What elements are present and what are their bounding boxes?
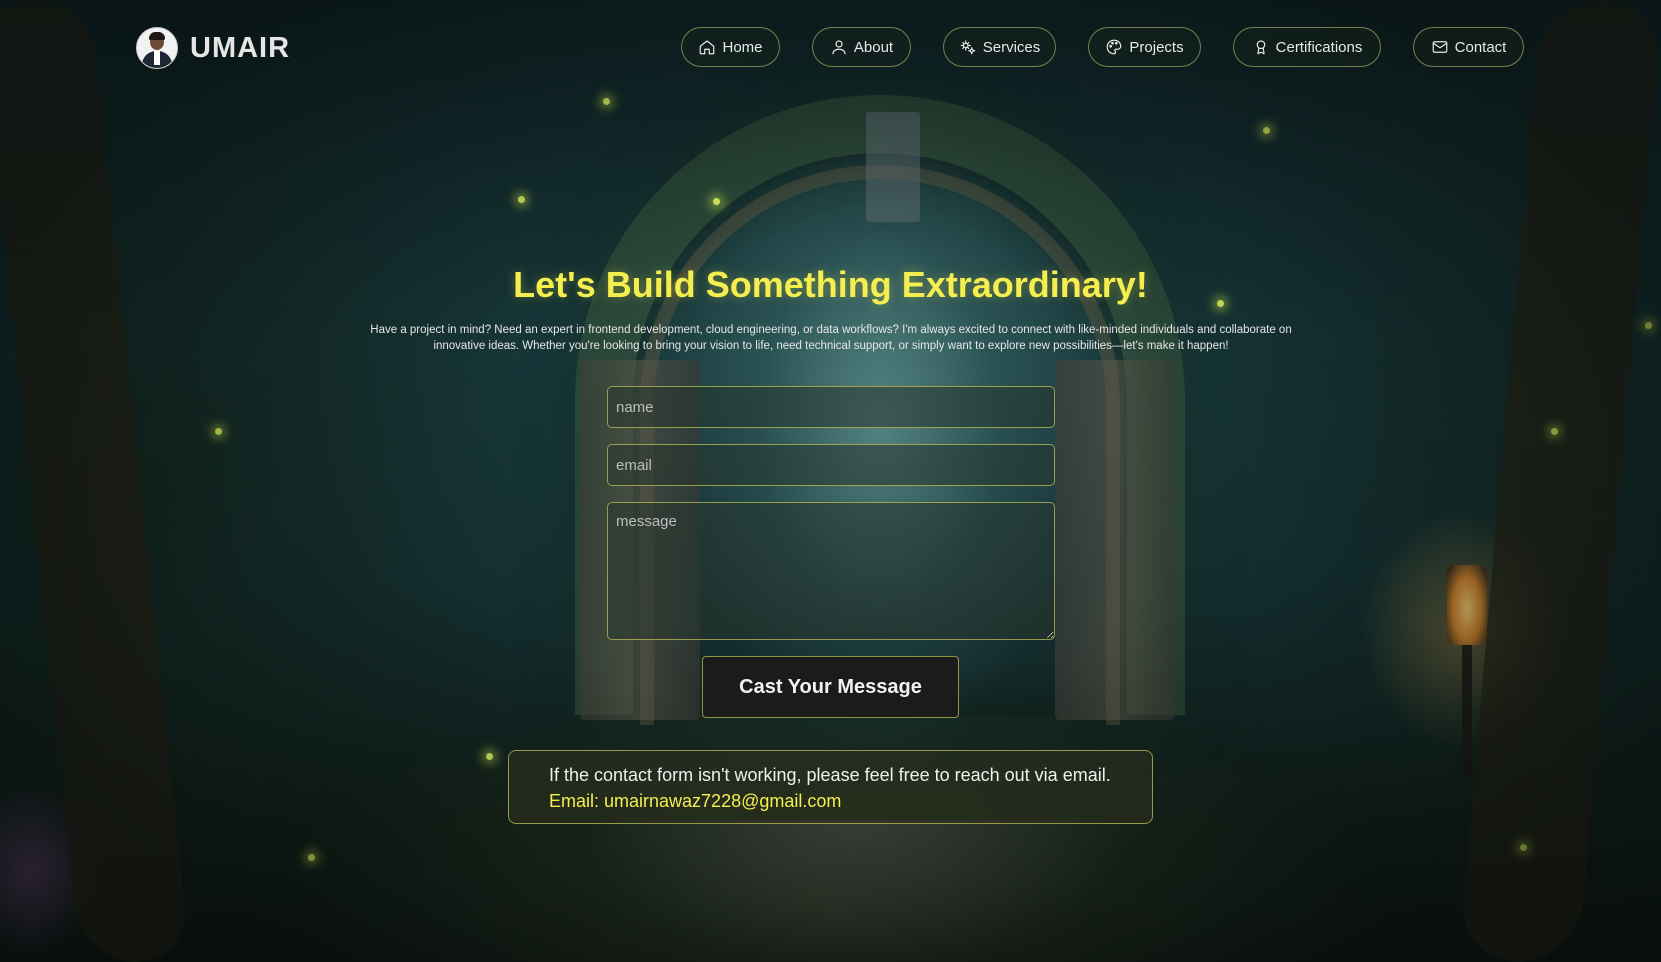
intro-text: Have a project in mind? Need an expert i… <box>370 324 1292 352</box>
nav-home[interactable]: Home <box>681 27 780 67</box>
nav-about[interactable]: About <box>812 27 911 67</box>
nav-contact[interactable]: Contact <box>1413 27 1524 67</box>
email-fallback-notice: If the contact form isn't working, pleas… <box>508 750 1153 824</box>
message-textarea[interactable] <box>607 502 1055 640</box>
nav-projects[interactable]: Projects <box>1088 27 1201 67</box>
nav-certifications[interactable]: Certifications <box>1233 27 1381 67</box>
avatar <box>136 27 178 69</box>
notice-email-link[interactable]: Email: umairnawaz7228@gmail.com <box>549 788 1112 814</box>
notice-text: If the contact form isn't working, pleas… <box>549 765 1111 785</box>
nav-home-label: Home <box>722 38 763 56</box>
award-icon <box>1256 40 1265 55</box>
brand-name: UMAIR <box>190 31 291 64</box>
mail-icon <box>1432 41 1447 53</box>
palette-icon <box>1107 39 1122 55</box>
user-icon <box>832 40 846 55</box>
nav-certifications-label: Certifications <box>1275 38 1363 56</box>
nav-contact-label: Contact <box>1454 38 1507 56</box>
page-title: Let's Build Something Extraordinary! <box>513 264 1148 305</box>
nav-services[interactable]: Services <box>943 27 1056 67</box>
email-input[interactable] <box>607 444 1055 486</box>
gears-icon <box>960 40 976 55</box>
nav-projects-label: Projects <box>1129 38 1184 56</box>
home-icon <box>700 40 715 55</box>
submit-button[interactable]: Cast Your Message <box>702 656 959 718</box>
site-logo[interactable]: UMAIR <box>136 27 290 69</box>
name-input[interactable] <box>607 386 1055 428</box>
nav-services-label: Services <box>982 38 1041 56</box>
nav-about-label: About <box>853 38 894 56</box>
